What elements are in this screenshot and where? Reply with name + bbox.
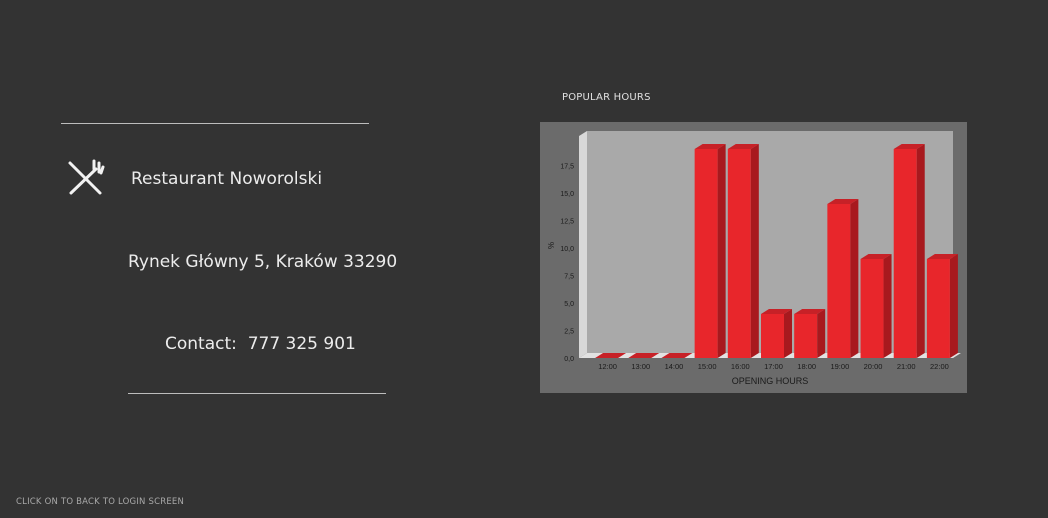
fork-knife-icon [68,159,105,195]
x-tick-label: 13:00 [631,362,650,371]
bottom-divider [128,393,386,394]
x-tick-label: 14:00 [665,362,684,371]
y-tick-label: 5,0 [564,301,574,308]
popular-hours-chart: 0,0 2,5 5,0 7,5 10,0 12,5 15,0 17,5% 12:00 13:00 1… [540,122,967,393]
bar [827,204,851,358]
bar [727,149,751,358]
x-tick-label: 17:00 [764,362,783,371]
contact-label: Contact: [165,334,237,354]
y-tick-label: 12,5 [560,219,574,226]
bar-side [916,144,925,358]
y-tick-label: 7,5 [564,274,574,281]
y-axis-label: % [546,242,555,249]
chart-svg: 0,0 2,5 5,0 7,5 10,0 12,5 15,0 17,5% 12:00 13:00 1… [546,131,961,386]
x-tick-label: 21:00 [897,362,916,371]
phone-number: 777 325 901 [247,334,356,354]
contact-line: Contact: 777 325 901 [165,334,356,354]
popular-hours-title: POPULAR HOURS [562,92,651,103]
bar [794,314,818,358]
back-to-login-link[interactable]: CLICK ON TO BACK TO LOGIN SCREEN [16,497,184,507]
y-tick-label: 15,0 [560,191,574,198]
bar [893,149,917,358]
x-axis-label: OPENING HOURS [732,376,809,386]
x-tick-label: 15:00 [698,362,717,371]
x-tick-label: 16:00 [731,362,750,371]
bar-side [750,144,759,358]
top-divider [61,123,369,124]
x-tick-label: 12:00 [598,362,617,371]
bar [926,259,950,358]
bar-side [850,199,859,358]
x-tick-label: 18:00 [797,362,816,371]
y-tick-label: 2,5 [564,329,574,336]
bar [860,259,884,358]
x-tick-label: 20:00 [864,362,883,371]
bar-side [883,254,892,358]
bar-side [784,309,792,358]
bar [694,149,718,358]
y-tick-label: 10,0 [560,246,574,253]
bar [761,314,784,358]
x-tick-label: 22:00 [930,362,949,371]
restaurant-address: Rynek Główny 5, Kraków 33290 [128,252,398,272]
bar-side [949,254,958,358]
bar-side [817,309,826,358]
bar-side [717,144,726,358]
plot-left-wall [579,131,587,358]
y-tick-label: 0,0 [564,356,574,363]
y-tick-label: 17,5 [560,164,574,171]
x-tick-label: 19:00 [830,362,849,371]
restaurant-name: Restaurant Noworolski [131,169,323,189]
